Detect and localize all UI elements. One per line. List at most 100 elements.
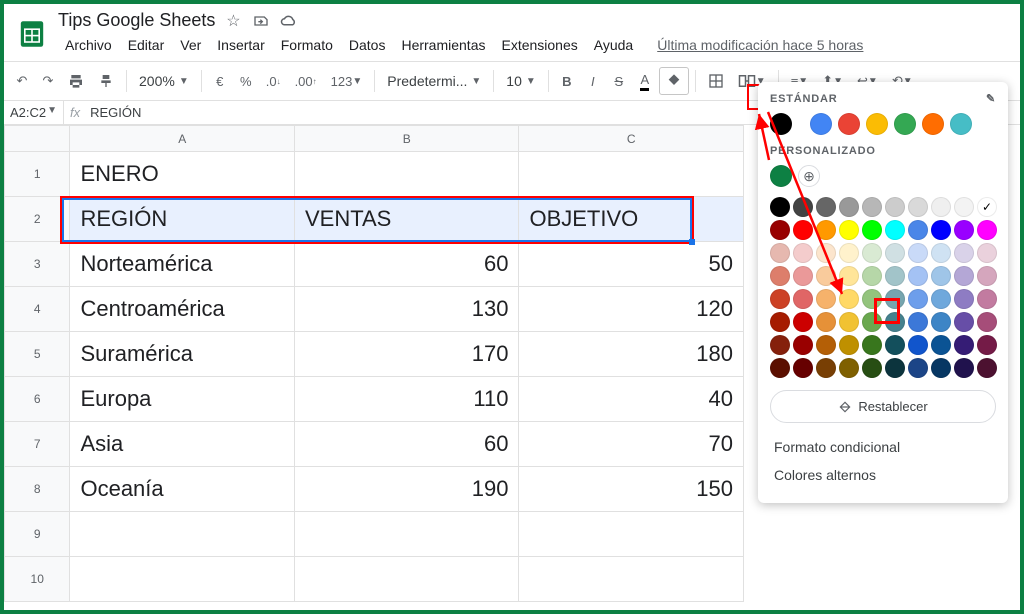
color-swatch[interactable] (816, 197, 836, 217)
fill-color-button[interactable] (659, 67, 689, 95)
color-swatch[interactable] (793, 197, 813, 217)
cell-A2[interactable]: REGIÓN (70, 197, 295, 242)
color-swatch[interactable] (931, 266, 951, 286)
row-header-8[interactable]: 8 (5, 467, 70, 512)
cell-A3[interactable]: Norteamérica (70, 242, 295, 287)
color-swatch[interactable] (931, 289, 951, 309)
color-swatch[interactable] (977, 335, 997, 355)
color-swatch[interactable] (885, 289, 905, 309)
menu-extensiones[interactable]: Extensiones (494, 33, 584, 57)
reset-fill-button[interactable]: Restablecer (770, 390, 996, 423)
row-header-4[interactable]: 4 (5, 287, 70, 332)
row-header-1[interactable]: 1 (5, 152, 70, 197)
cell-B6[interactable]: 110 (294, 377, 519, 422)
color-swatch[interactable] (885, 220, 905, 240)
color-swatch[interactable] (908, 312, 928, 332)
row-header-10[interactable]: 10 (5, 557, 70, 602)
color-swatch[interactable] (977, 266, 997, 286)
color-swatch[interactable] (885, 266, 905, 286)
row-header-6[interactable]: 6 (5, 377, 70, 422)
color-swatch[interactable] (862, 266, 882, 286)
color-swatch[interactable] (770, 266, 790, 286)
row-header-7[interactable]: 7 (5, 422, 70, 467)
paint-format-button[interactable] (92, 67, 120, 95)
color-swatch[interactable] (816, 243, 836, 263)
cell-C5[interactable]: 180 (519, 332, 744, 377)
italic-button[interactable]: I (581, 67, 605, 95)
color-swatch[interactable] (931, 220, 951, 240)
more-formats-button[interactable]: 123 ▼ (325, 67, 369, 95)
redo-button[interactable]: ↷ (36, 67, 60, 95)
color-swatch[interactable] (839, 243, 859, 263)
text-color-button[interactable]: A (633, 67, 657, 95)
color-swatch[interactable] (816, 335, 836, 355)
menu-ver[interactable]: Ver (173, 33, 208, 57)
color-swatch[interactable] (816, 312, 836, 332)
decrease-decimal-button[interactable]: .0↓ (260, 67, 287, 95)
cell-A7[interactable]: Asia (70, 422, 295, 467)
column-header-B[interactable]: B (294, 126, 519, 152)
undo-button[interactable]: ↶ (10, 67, 34, 95)
column-header-C[interactable]: C (519, 126, 744, 152)
color-swatch[interactable] (977, 243, 997, 263)
increase-decimal-button[interactable]: .00↑ (289, 67, 323, 95)
color-swatch[interactable] (810, 113, 832, 135)
formula-input[interactable]: REGIÓN (90, 105, 141, 120)
color-swatch[interactable] (885, 335, 905, 355)
menu-archivo[interactable]: Archivo (58, 33, 119, 57)
color-swatch[interactable] (977, 358, 997, 378)
color-swatch[interactable] (816, 289, 836, 309)
color-swatch[interactable] (954, 312, 974, 332)
row-header-3[interactable]: 3 (5, 242, 70, 287)
color-swatch[interactable] (862, 197, 882, 217)
color-swatch[interactable] (885, 243, 905, 263)
color-swatch[interactable] (839, 358, 859, 378)
color-swatch[interactable] (894, 113, 916, 135)
color-swatch[interactable] (862, 358, 882, 378)
cell-A10[interactable] (70, 557, 295, 602)
cell-B5[interactable]: 170 (294, 332, 519, 377)
cell-B8[interactable]: 190 (294, 467, 519, 512)
color-swatch[interactable] (931, 335, 951, 355)
cell-B9[interactable] (294, 512, 519, 557)
cell-B1[interactable] (294, 152, 519, 197)
color-swatch[interactable] (908, 197, 928, 217)
color-swatch[interactable] (770, 197, 790, 217)
color-swatch[interactable] (977, 197, 997, 217)
color-swatch[interactable] (954, 266, 974, 286)
strike-button[interactable]: S (607, 67, 631, 95)
color-swatch[interactable] (931, 197, 951, 217)
color-swatch[interactable] (838, 113, 860, 135)
cell-B3[interactable]: 60 (294, 242, 519, 287)
cell-A8[interactable]: Oceanía (70, 467, 295, 512)
color-swatch[interactable] (770, 289, 790, 309)
color-swatch[interactable] (977, 312, 997, 332)
conditional-format-link[interactable]: Formato condicional (770, 433, 996, 461)
cell-A1[interactable]: ENERO (70, 152, 295, 197)
cell-C1[interactable] (519, 152, 744, 197)
cloud-status-icon[interactable] (279, 11, 299, 31)
bold-button[interactable]: B (555, 67, 579, 95)
color-swatch[interactable] (839, 197, 859, 217)
add-custom-color-button[interactable]: ⊕ (798, 165, 820, 187)
color-swatch[interactable] (908, 220, 928, 240)
color-swatch[interactable] (908, 243, 928, 263)
color-swatch[interactable] (816, 220, 836, 240)
menu-insertar[interactable]: Insertar (210, 33, 271, 57)
font-size-select[interactable]: 10 ▼ (500, 73, 541, 89)
color-swatch[interactable] (839, 220, 859, 240)
color-swatch[interactable] (839, 289, 859, 309)
color-swatch[interactable] (770, 220, 790, 240)
color-swatch[interactable] (793, 243, 813, 263)
color-swatch[interactable] (954, 243, 974, 263)
color-swatch[interactable] (862, 243, 882, 263)
color-swatch[interactable] (908, 289, 928, 309)
color-swatch[interactable] (908, 358, 928, 378)
color-swatch[interactable] (816, 266, 836, 286)
cell-C8[interactable]: 150 (519, 467, 744, 512)
zoom-select[interactable]: 200% ▼ (133, 73, 195, 89)
color-swatch[interactable] (862, 335, 882, 355)
currency-button[interactable]: € (208, 67, 232, 95)
cell-A4[interactable]: Centroamérica (70, 287, 295, 332)
row-header-9[interactable]: 9 (5, 512, 70, 557)
